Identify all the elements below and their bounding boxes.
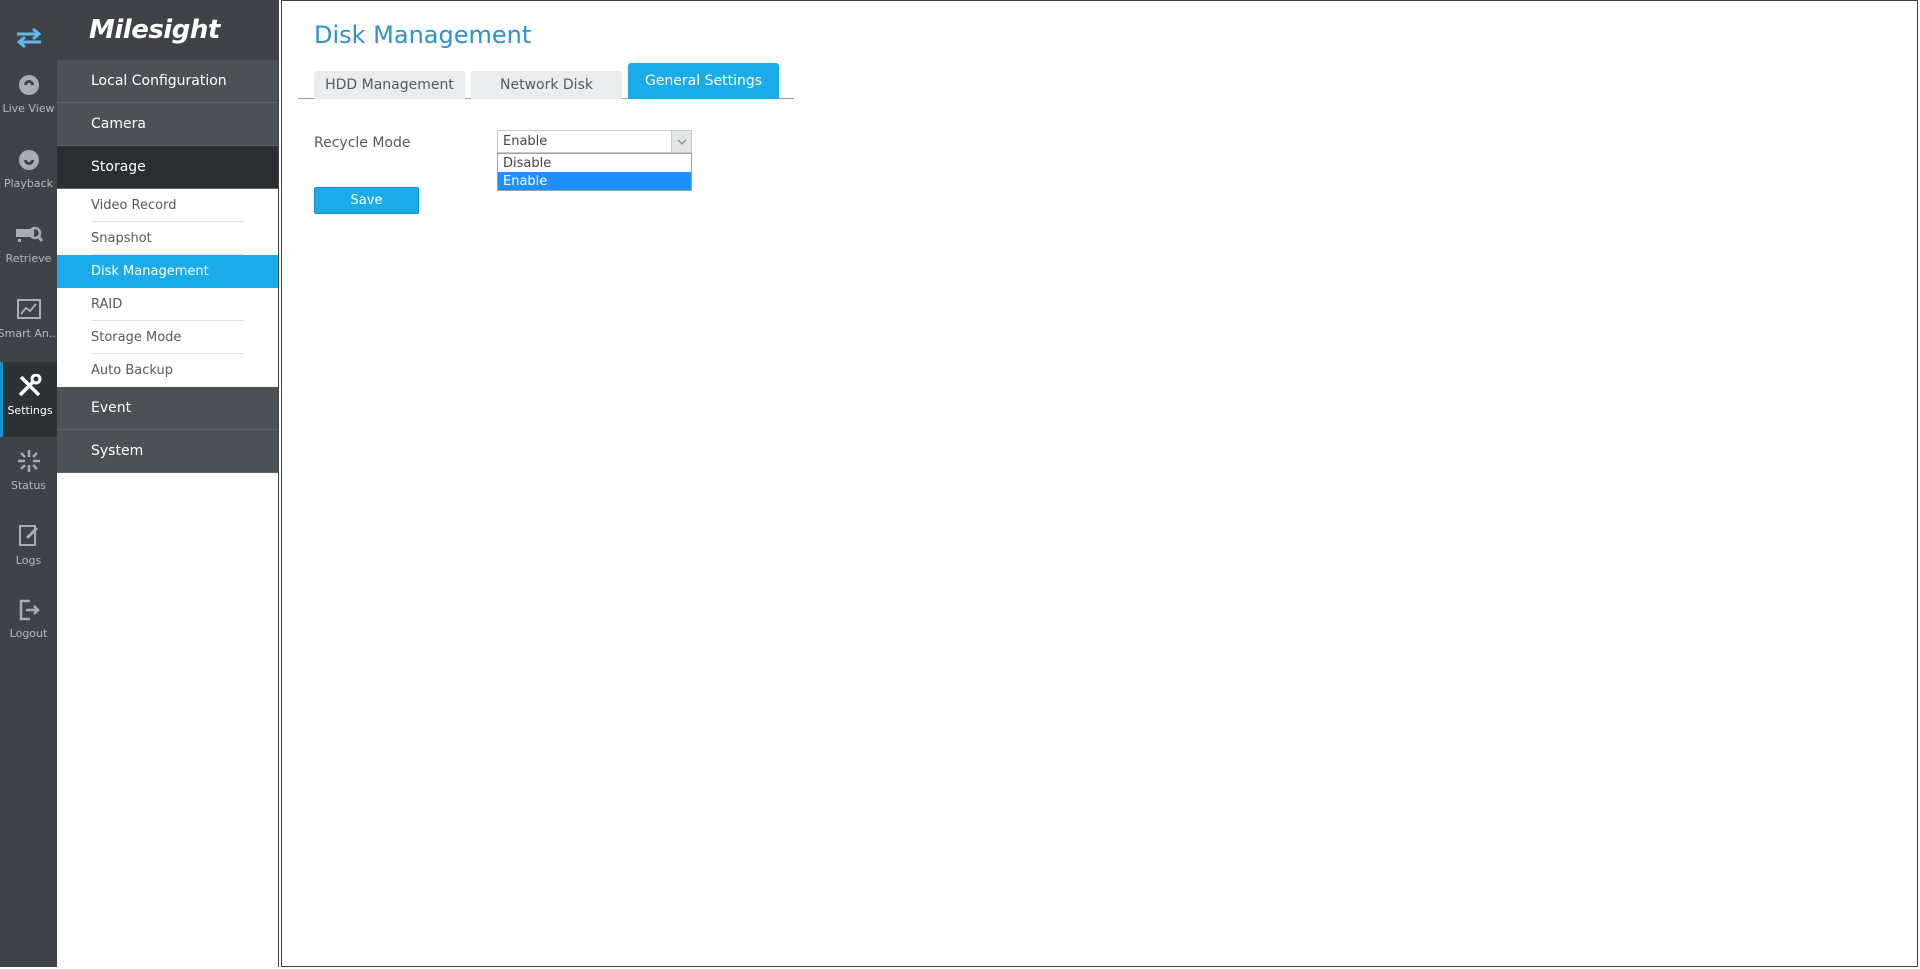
rail-label: Smart An... bbox=[0, 327, 60, 340]
save-button[interactable]: Save bbox=[314, 187, 419, 214]
rail-item-status[interactable]: Status bbox=[0, 437, 57, 512]
retrieve-icon bbox=[15, 226, 43, 242]
rail-item-logs[interactable]: Logs bbox=[0, 512, 57, 587]
status-icon bbox=[17, 450, 40, 472]
menu-group-event[interactable]: Event bbox=[57, 387, 278, 430]
logo-text: Milesight bbox=[89, 15, 220, 45]
rail-item-settings[interactable]: Settings bbox=[0, 362, 57, 437]
menu-group-camera[interactable]: Camera bbox=[57, 103, 278, 146]
brand-logo: Milesight bbox=[57, 0, 278, 60]
recycle-mode-label: Recycle Mode bbox=[314, 135, 411, 151]
option-disable[interactable]: Disable bbox=[498, 154, 691, 172]
chevron-down-icon bbox=[677, 139, 686, 145]
rail-item-retrieve[interactable]: Retrieve bbox=[0, 212, 57, 287]
menu-group-local-configuration[interactable]: Local Configuration bbox=[57, 60, 278, 103]
app-window: Live View Playback Retrieve Smart An... … bbox=[0, 0, 1920, 969]
settings-icon bbox=[18, 374, 42, 397]
rail-label: Retrieve bbox=[5, 252, 52, 265]
rail-label: Logs bbox=[15, 554, 42, 567]
menu-group-storage[interactable]: Storage bbox=[57, 146, 278, 189]
tab-network-disk[interactable]: Network Disk bbox=[471, 71, 622, 99]
settings-menu: Milesight Local Configuration Camera Sto… bbox=[57, 0, 279, 967]
main-content: Disk Management HDD Management Network D… bbox=[281, 0, 1918, 967]
menu-item-storage-mode[interactable]: Storage Mode bbox=[57, 321, 278, 354]
page-title: Disk Management bbox=[314, 21, 532, 49]
rail-label: Settings bbox=[7, 404, 53, 417]
recycle-mode-select[interactable]: Enable bbox=[497, 130, 692, 153]
smart-analytics-icon bbox=[16, 299, 41, 319]
menu-item-video-record[interactable]: Video Record bbox=[57, 189, 278, 222]
menu-item-auto-backup[interactable]: Auto Backup bbox=[57, 354, 278, 387]
menu-item-raid[interactable]: RAID bbox=[57, 288, 278, 321]
tab-general-settings[interactable]: General Settings bbox=[628, 63, 779, 99]
rail-label: Playback bbox=[3, 177, 54, 190]
menu-group-system[interactable]: System bbox=[57, 430, 278, 473]
rail-item-logout[interactable]: Logout bbox=[0, 587, 57, 662]
recycle-mode-value: Enable bbox=[503, 134, 548, 149]
rail-label: Live View bbox=[2, 102, 55, 115]
tab-hdd-management[interactable]: HDD Management bbox=[314, 71, 465, 99]
rail-item-playback[interactable]: Playback bbox=[0, 137, 57, 212]
icon-rail: Live View Playback Retrieve Smart An... … bbox=[0, 0, 60, 967]
live-view-icon bbox=[18, 75, 39, 95]
menu-item-disk-management[interactable]: Disk Management bbox=[57, 255, 278, 288]
dropdown-arrow[interactable] bbox=[671, 131, 691, 152]
rail-item-live-view[interactable]: Live View bbox=[0, 62, 57, 137]
swap-arrows-icon bbox=[16, 27, 41, 48]
recycle-mode-dropdown-list: Disable Enable bbox=[497, 153, 692, 191]
logout-icon bbox=[19, 599, 40, 621]
playback-icon bbox=[18, 150, 39, 170]
tab-bar: HDD Management Network Disk General Sett… bbox=[298, 63, 794, 99]
rail-label: Status bbox=[10, 479, 47, 492]
rail-label: Logout bbox=[9, 627, 48, 640]
rail-item-smart-analytics[interactable]: Smart An... bbox=[0, 287, 60, 362]
logs-icon bbox=[18, 525, 38, 546]
menu-item-snapshot[interactable]: Snapshot bbox=[57, 222, 278, 255]
option-enable[interactable]: Enable bbox=[498, 172, 691, 190]
